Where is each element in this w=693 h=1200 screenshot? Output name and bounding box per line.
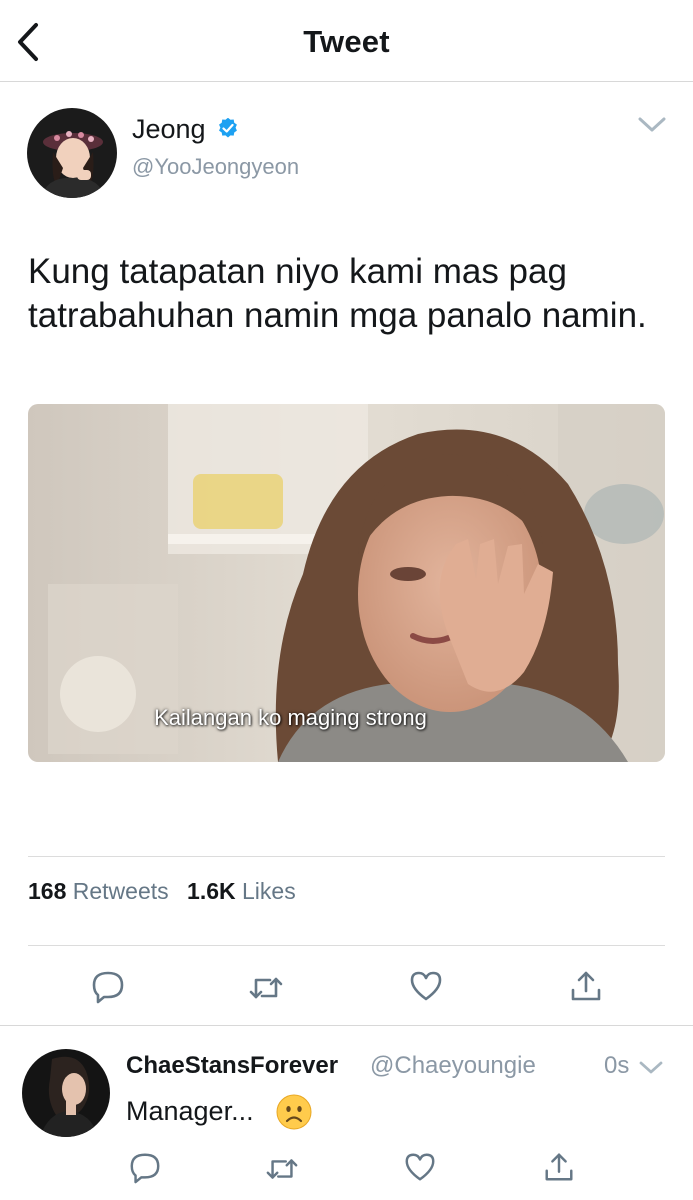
- chevron-down-icon[interactable]: [637, 116, 667, 134]
- verified-icon: [219, 118, 237, 138]
- divider: [28, 945, 665, 946]
- author-avatar[interactable]: [27, 108, 117, 198]
- media-caption: Kailangan ko maging strong: [154, 705, 427, 730]
- author-name[interactable]: Jeong: [132, 114, 206, 145]
- like-icon: [405, 1153, 435, 1181]
- share-icon: [571, 971, 601, 1001]
- frowning-face-emoji: [276, 1094, 312, 1130]
- reply-retweet-button[interactable]: [265, 1152, 299, 1186]
- divider: [0, 1025, 693, 1026]
- reply-icon: [92, 971, 124, 1004]
- share-button[interactable]: [568, 968, 604, 1004]
- reply-like-button[interactable]: [403, 1150, 437, 1184]
- tweet-media[interactable]: Kailangan ko maging strong: [28, 404, 665, 762]
- like-button[interactable]: [408, 968, 444, 1004]
- tweet-stats: 168 Retweets 1.6K Likes: [28, 878, 296, 905]
- retweets-label[interactable]: Retweets: [73, 878, 169, 904]
- reply-reply-button[interactable]: [128, 1150, 162, 1184]
- reply-author-handle[interactable]: @Chaeyoungie: [370, 1052, 536, 1080]
- likes-label[interactable]: Likes: [242, 878, 296, 904]
- page-title: Tweet: [303, 24, 390, 59]
- retweet-icon: [249, 977, 283, 999]
- reply-timestamp: 0s: [604, 1052, 630, 1079]
- share-icon: [545, 1153, 573, 1181]
- author-handle[interactable]: @YooJeongyeon: [132, 154, 299, 180]
- retweet-icon: [266, 1159, 298, 1179]
- reply-share-button[interactable]: [542, 1150, 576, 1184]
- retweet-button[interactable]: [248, 970, 284, 1006]
- reply-author-name[interactable]: ChaeStansForever: [126, 1052, 338, 1080]
- like-icon: [410, 971, 442, 1001]
- tweet-text: Kung tatapatan niyo kami mas pag tatraba…: [28, 252, 647, 335]
- reply-button[interactable]: [90, 968, 126, 1004]
- reply-icon: [130, 1153, 160, 1184]
- tweet-author: Jeong @YooJeongyeon: [0, 82, 693, 212]
- navigation-bar: Tweet: [0, 0, 693, 82]
- chevron-down-icon[interactable]: [638, 1060, 664, 1076]
- reply-text: Manager...: [126, 1096, 254, 1126]
- likes-count[interactable]: 1.6K: [187, 878, 236, 904]
- divider: [28, 856, 665, 857]
- retweets-count[interactable]: 168: [28, 878, 66, 904]
- reply-avatar[interactable]: [22, 1049, 110, 1137]
